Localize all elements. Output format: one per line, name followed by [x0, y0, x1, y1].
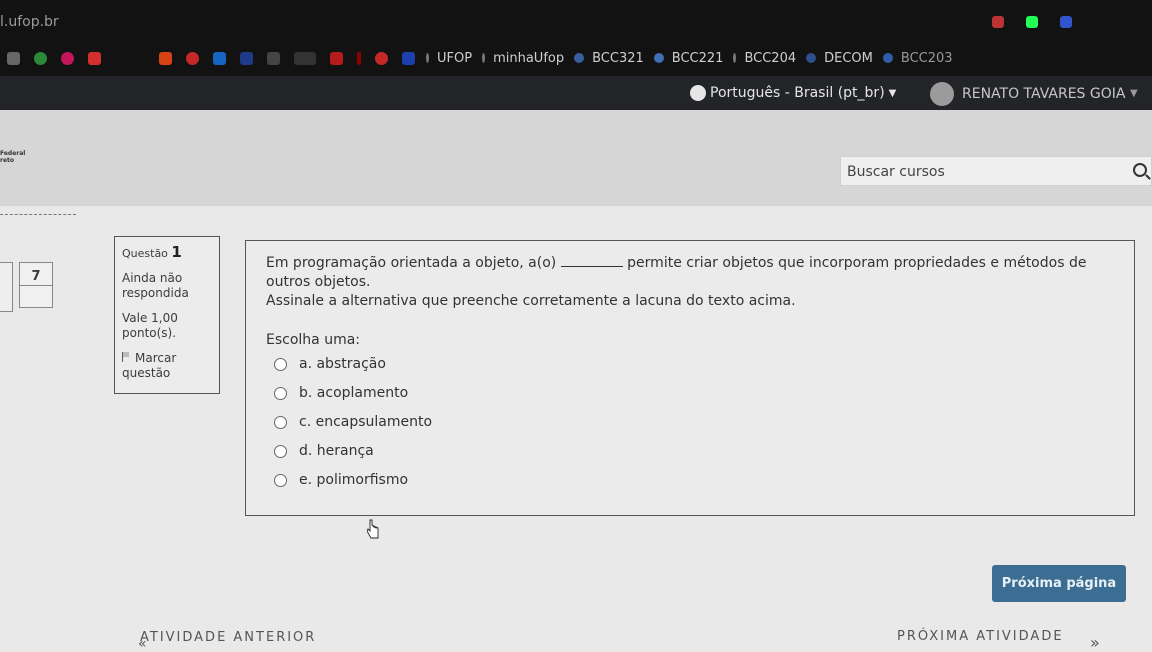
extension-icons [992, 16, 1072, 28]
answer-option-b[interactable]: b. acoplamento [274, 379, 1114, 408]
bookmark-icon[interactable] [88, 51, 101, 65]
site-logo[interactable]: Federal reto [0, 150, 25, 164]
choices-prompt: Escolha uma: [266, 332, 361, 348]
bookmark-icon[interactable] [61, 51, 74, 65]
radio-button[interactable] [274, 474, 287, 487]
next-activity-link[interactable]: PRÓXIMA ATIVIDADE [897, 629, 1064, 644]
question-info: Questão 1 Ainda não respondida Vale 1,00… [114, 236, 220, 394]
bookmark-bcc221[interactable]: BCC221 [653, 51, 723, 66]
radio-button[interactable] [274, 358, 287, 371]
blank-gap [560, 254, 623, 267]
bookmark-icon[interactable] [375, 51, 388, 65]
globe-icon [690, 85, 706, 101]
bookmark-icon[interactable] [7, 51, 20, 65]
bookmark-icon[interactable] [186, 51, 199, 65]
bookmark-bcc203[interactable]: BCC203 [882, 51, 953, 66]
bookmark-decom[interactable]: DECOM [806, 51, 873, 66]
chevron-right-icon[interactable]: » [1090, 633, 1100, 652]
address-bar[interactable]: l.ufop.br [0, 14, 59, 30]
bookmark-icon[interactable] [357, 51, 361, 65]
answer-option-a[interactable]: a. abstração [274, 350, 1114, 379]
bookmark-minhaufop[interactable]: minhaUfop [482, 51, 564, 66]
browser-url-bar: l.ufop.br [0, 0, 1152, 40]
bookmark-icon[interactable] [330, 51, 343, 65]
bookmark-icon[interactable] [159, 51, 172, 65]
user-menu[interactable]: RENATO TAVARES GOIA [962, 86, 1125, 102]
caret-down-icon[interactable]: ▼ [1130, 88, 1138, 99]
bookmark-bcc321[interactable]: BCC321 [574, 51, 644, 66]
bookmark-icon[interactable] [213, 51, 226, 65]
radio-button[interactable] [274, 445, 287, 458]
hand-cursor-icon [367, 519, 379, 539]
next-page-button[interactable]: Próxima página [992, 565, 1126, 602]
question-points: Vale 1,00 ponto(s). [122, 311, 178, 340]
question-status: Ainda não respondida [122, 271, 189, 300]
bookmark-bcc204[interactable]: BCC204 [733, 51, 796, 66]
bookmark-icon[interactable] [34, 51, 47, 65]
bookmark-icon[interactable] [402, 51, 415, 65]
bookmark-icon[interactable] [294, 51, 316, 65]
extension-icon[interactable] [992, 16, 1004, 28]
course-search [840, 156, 1152, 187]
question-number: Questão 1 [122, 243, 182, 261]
radio-button[interactable] [274, 387, 287, 400]
bookmark-icon[interactable] [240, 51, 253, 65]
bookmark-ufop[interactable]: UFOP [426, 51, 472, 66]
avatar[interactable] [930, 82, 954, 106]
previous-activity-link[interactable]: ATIVIDADE ANTERIOR [140, 630, 316, 645]
bookmark-icon[interactable] [267, 51, 280, 65]
extension-icon[interactable] [1060, 16, 1072, 28]
search-icon[interactable] [1133, 163, 1147, 177]
search-input[interactable] [841, 157, 1119, 187]
answer-option-d[interactable]: d. herança [274, 437, 1114, 466]
bookmarks-bar: UFOP minhaUfop BCC321 BCC221 BCC204 DECO… [0, 40, 1152, 76]
question-content: Em programação orientada a objeto, a(o) … [245, 240, 1135, 516]
site-navbar: Português - Brasil (pt_br) ▼ RENATO TAVA… [0, 76, 1152, 110]
flag-question[interactable]: Marcar questão [122, 351, 212, 381]
answer-option-c[interactable]: c. encapsulamento [274, 408, 1114, 437]
quiz-nav-button[interactable] [0, 262, 13, 312]
divider [0, 214, 76, 215]
caret-down-icon: ▼ [888, 87, 897, 99]
extension-icon[interactable] [1026, 16, 1038, 28]
question-text: Em programação orientada a objeto, a(o) … [266, 254, 1087, 290]
radio-button[interactable] [274, 416, 287, 429]
question-instruction: Assinale a alternativa que preenche corr… [266, 293, 796, 309]
answer-option-e[interactable]: e. polimorfismo [274, 466, 1114, 495]
language-label: Português - Brasil (pt_br) [710, 85, 885, 101]
quiz-nav-button[interactable]: 7 [19, 262, 53, 308]
flag-icon [122, 352, 131, 362]
language-menu[interactable]: Português - Brasil (pt_br) ▼ [690, 85, 896, 101]
